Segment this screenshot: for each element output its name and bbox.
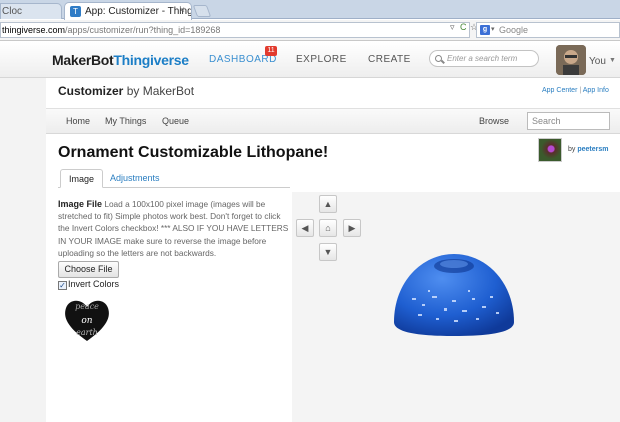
browser-search-input[interactable]: g ▾ Google xyxy=(476,22,620,38)
logo-part-thingiverse: Thingiverse xyxy=(113,52,189,68)
tab-adjustments[interactable]: Adjustments xyxy=(102,169,168,188)
url-dropdown-icon[interactable]: ▿ xyxy=(450,22,455,33)
url-input[interactable]: thingiverse.com/apps/customizer/run?thin… xyxy=(0,22,470,38)
nav-create[interactable]: CREATE xyxy=(368,54,411,65)
parameter-tabs: Image Adjustments xyxy=(58,168,290,188)
app-links: App Center | App Info xyxy=(542,87,609,94)
app-info-link[interactable]: App Info xyxy=(583,87,609,94)
nav-explore[interactable]: EXPLORE xyxy=(296,54,347,65)
customizer-name: Customizer xyxy=(58,84,124,98)
avatar[interactable] xyxy=(556,45,586,75)
tab-image[interactable]: Image xyxy=(60,169,104,188)
chevron-down-icon[interactable]: ▼ xyxy=(609,57,616,64)
subnav-browse[interactable]: Browse xyxy=(479,116,509,126)
customizer-subnav: Home My Things Queue Browse Search xyxy=(46,108,620,134)
preview-text-top: peace xyxy=(75,302,99,311)
customizer-search-input[interactable]: Search xyxy=(527,112,610,130)
browser-tab-previous[interactable]: Cloc xyxy=(0,3,62,19)
search-placeholder: Google xyxy=(499,25,529,35)
customizer-title: Customizer by MakerBot xyxy=(58,84,194,98)
browser-address-bar: thingiverse.com/apps/customizer/run?thin… xyxy=(0,20,620,41)
pan-down-button[interactable]: ▼ xyxy=(319,243,337,261)
browser-tab-active[interactable]: T App: Customizer - Thingiver × xyxy=(64,2,192,20)
site-search-input[interactable]: Enter a search term xyxy=(429,50,539,67)
page-gutter xyxy=(0,78,46,422)
close-icon[interactable]: × xyxy=(179,5,185,16)
creator-by: by xyxy=(568,146,576,153)
thingiverse-favicon-icon: T xyxy=(70,6,81,17)
subnav-home[interactable]: Home xyxy=(66,116,90,126)
parameter-label: Image File xyxy=(58,199,103,209)
thingiverse-logo[interactable]: MakerBotThingiverse xyxy=(52,52,189,68)
image-file-parameter: Image File Load a 100x100 pixel image (i… xyxy=(58,198,290,259)
logo-part-makerbot: MakerBot xyxy=(52,52,114,68)
creator-thumbnail[interactable] xyxy=(538,138,562,162)
creator-link[interactable]: peetersm xyxy=(577,146,608,153)
preview-text-bottom: earth xyxy=(76,328,98,337)
url-host: thingiverse.com xyxy=(2,25,66,35)
customizer-search-placeholder: Search xyxy=(532,116,561,126)
pan-left-button[interactable]: ◀ xyxy=(296,219,314,237)
new-tab-button[interactable] xyxy=(192,5,212,17)
pan-right-button[interactable]: ▶ xyxy=(343,219,361,237)
pan-up-button[interactable]: ▲ xyxy=(319,195,337,213)
chevron-down-icon[interactable]: ▾ xyxy=(491,23,495,37)
preview-text-mid: on xyxy=(81,316,92,326)
page-title: Ornament Customizable Lithopane! xyxy=(58,144,329,161)
url-path: /apps/customizer/run?thing_id=189268 xyxy=(65,25,221,35)
site-header: MakerBotThingiverse DASHBOARD 11 EXPLORE… xyxy=(0,42,620,78)
browser-tab-bar: Cloc T App: Customizer - Thingiver × xyxy=(0,0,620,20)
customizer-by: by MakerBot xyxy=(126,84,195,98)
search-icon xyxy=(435,55,442,62)
notification-badge: 11 xyxy=(265,46,277,56)
app-center-link[interactable]: App Center xyxy=(542,87,577,94)
reload-icon[interactable]: C xyxy=(460,22,467,32)
uploaded-image-preview: peace on earth xyxy=(63,297,111,343)
google-icon: g xyxy=(480,25,490,35)
invert-colors-row: ✓ Invert Colors xyxy=(58,279,119,290)
site-search-placeholder: Enter a search term xyxy=(447,54,518,63)
ornament-3d-model[interactable] xyxy=(392,252,516,336)
home-view-button[interactable]: ⌂ xyxy=(319,219,337,237)
choose-file-button[interactable]: Choose File xyxy=(58,261,119,278)
subnav-my-things[interactable]: My Things xyxy=(105,116,146,126)
tab-title: App: Customizer - Thingiver xyxy=(85,6,191,17)
user-menu-label[interactable]: You xyxy=(589,56,606,67)
tab-label: Cloc xyxy=(2,6,23,17)
invert-colors-checkbox[interactable]: ✓ xyxy=(58,281,67,290)
subnav-queue[interactable]: Queue xyxy=(162,116,189,126)
creator-attribution: by peetersm xyxy=(568,146,609,153)
invert-colors-label: Invert Colors xyxy=(68,279,120,289)
